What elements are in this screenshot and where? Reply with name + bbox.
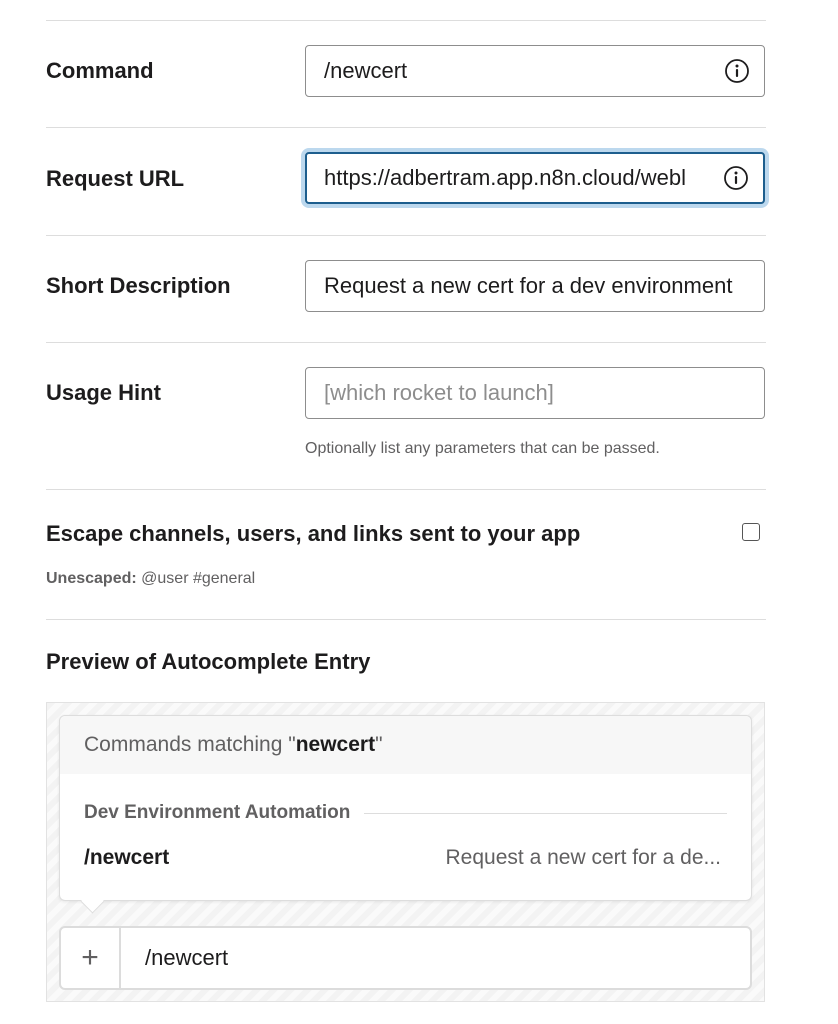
info-circle-icon[interactable]	[723, 165, 749, 191]
divider	[46, 489, 766, 490]
short-description-label: Short Description	[46, 273, 231, 298]
command-field[interactable]: /newcert	[305, 45, 765, 97]
request-url-label: Request URL	[46, 166, 185, 191]
short-description-input-value[interactable]: Request a new cert for a dev environment	[324, 273, 750, 299]
message-composer[interactable]: + /newcert	[59, 926, 752, 990]
autocomplete-description: Request a new cert for a de...	[445, 846, 721, 869]
unescaped-value: @user #general	[136, 570, 256, 587]
usage-hint-help-text: Optionally list any parameters that can …	[305, 440, 660, 457]
divider	[46, 127, 766, 128]
usage-hint-label: Usage Hint	[46, 380, 161, 405]
escape-checkbox[interactable]	[742, 523, 760, 541]
request-url-field[interactable]: https://adbertram.app.n8n.cloud/webl	[305, 152, 765, 204]
app-row: Dev Environment Automation	[84, 802, 727, 824]
autocomplete-popup: Commands matching " newcert " Dev Environm…	[59, 715, 752, 901]
preview-title: Preview of Autocomplete Entry	[46, 649, 371, 674]
escape-label: Escape channels, users, and links sent t…	[46, 521, 581, 546]
header-term: newcert	[295, 733, 376, 756]
short-description-field[interactable]: Request a new cert for a dev environment	[305, 260, 765, 312]
unescaped-example: Unescaped: @user #general	[46, 570, 255, 588]
request-url-input-value[interactable]: https://adbertram.app.n8n.cloud/webl	[324, 165, 713, 191]
usage-hint-placeholder[interactable]: [which rocket to launch]	[324, 380, 750, 406]
usage-hint-field[interactable]: [which rocket to launch]	[305, 367, 765, 419]
app-divider	[364, 812, 727, 814]
header-prefix: Commands matching "	[84, 733, 296, 756]
info-circle-icon[interactable]	[724, 58, 750, 84]
command-input-value[interactable]: /newcert	[324, 58, 714, 84]
unescaped-label: Unescaped:	[46, 570, 137, 587]
command-label: Command	[46, 58, 154, 83]
autocomplete-item[interactable]: /newcert Request a new cert for a de...	[84, 846, 721, 870]
divider	[46, 619, 766, 620]
composer-text[interactable]: /newcert	[121, 945, 228, 971]
app-name: Dev Environment Automation	[84, 802, 351, 823]
autocomplete-command: /newcert	[84, 846, 170, 869]
plus-button[interactable]: +	[61, 928, 121, 988]
divider	[46, 342, 766, 343]
plus-icon: +	[81, 941, 99, 974]
header-suffix: "	[375, 733, 383, 756]
autocomplete-header: Commands matching " newcert "	[60, 716, 751, 774]
divider	[46, 20, 766, 21]
divider	[46, 235, 766, 236]
